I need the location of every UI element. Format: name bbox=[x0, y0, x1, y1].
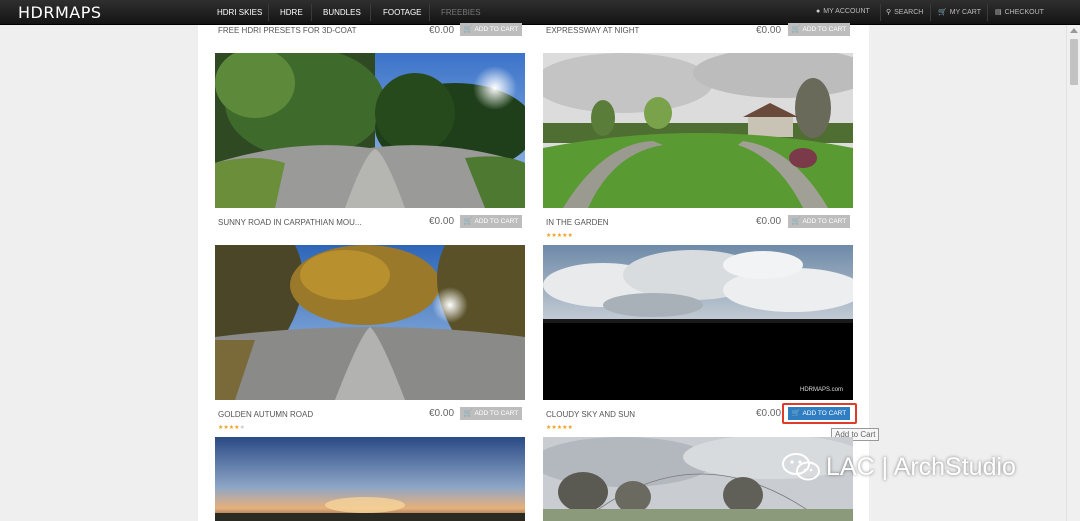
nav-hdri-skies[interactable]: HDRI SKIES bbox=[217, 8, 262, 17]
nav-freebies[interactable]: FREEBIES bbox=[441, 8, 481, 17]
nav-footage[interactable]: FOOTAGE bbox=[383, 8, 422, 17]
nav-divider bbox=[268, 4, 269, 21]
product-title[interactable]: CLOUDY SKY AND SUN bbox=[546, 410, 635, 419]
cart-icon: 🛒 bbox=[791, 218, 801, 225]
product-thumbnail-cloudy-sky-and-sun[interactable]: HDRMAPS.com bbox=[543, 245, 853, 400]
product-price: €0.00 bbox=[756, 25, 782, 36]
my-account-link[interactable]: ● MY ACCOUNT bbox=[816, 8, 870, 15]
nav-divider bbox=[987, 4, 988, 21]
cart-icon: 🛒 bbox=[463, 410, 473, 417]
product-price: €0.00 bbox=[429, 408, 455, 419]
panorama-cloudy-sky-image: HDRMAPS.com bbox=[543, 245, 853, 400]
add-to-cart-button[interactable]: 🛒 ADD TO CART bbox=[460, 407, 522, 420]
page-scrollbar[interactable] bbox=[1066, 25, 1080, 521]
cart-icon: 🛒 bbox=[463, 218, 473, 225]
product-title[interactable]: SUNNY ROAD IN CARPATHIAN MOU... bbox=[218, 218, 362, 227]
panorama-garden-image bbox=[543, 53, 853, 208]
nav-hdre[interactable]: HDRE bbox=[280, 8, 303, 17]
cart-icon: 🛒 bbox=[463, 26, 473, 33]
add-to-cart-button[interactable]: 🛒 ADD TO CART bbox=[460, 23, 522, 36]
star-rating: ★★★★★ bbox=[218, 425, 245, 431]
cart-icon: 🛒 bbox=[938, 9, 947, 16]
product-title[interactable]: IN THE GARDEN bbox=[546, 218, 609, 227]
product-thumbnail-in-the-garden[interactable] bbox=[543, 53, 853, 208]
add-to-cart-button[interactable]: 🛒 ADD TO CART bbox=[460, 215, 522, 228]
product-thumbnail-sunset[interactable] bbox=[215, 437, 525, 521]
panorama-forest-road-image bbox=[215, 53, 525, 208]
nav-divider bbox=[311, 4, 312, 21]
nav-divider bbox=[429, 4, 430, 21]
nav-bundles[interactable]: BUNDLES bbox=[323, 8, 361, 17]
search-icon: ⚲ bbox=[886, 9, 892, 16]
checkout-icon: ▤ bbox=[995, 9, 1002, 16]
star-rating: ★★★★★ bbox=[546, 233, 573, 239]
panorama-autumn-road-image bbox=[215, 245, 525, 400]
scrollbar-thumb[interactable] bbox=[1070, 39, 1078, 85]
product-price: €0.00 bbox=[756, 216, 782, 227]
product-thumbnail-sunny-road[interactable] bbox=[215, 53, 525, 208]
add-to-cart-button[interactable]: 🛒 ADD TO CART bbox=[788, 215, 850, 228]
watermark-text: LAC | ArchStudio bbox=[826, 452, 1016, 481]
highlight-annotation-box bbox=[782, 403, 857, 424]
cart-icon: 🛒 bbox=[791, 26, 801, 33]
panorama-sunset-image bbox=[215, 437, 525, 521]
thumbnail-watermark: HDRMAPS.com bbox=[800, 387, 843, 393]
wechat-logo-icon bbox=[782, 453, 820, 481]
product-title[interactable]: FREE HDRI PRESETS FOR 3D-COAT bbox=[218, 26, 357, 35]
product-thumbnail-golden-autumn-road[interactable] bbox=[215, 245, 525, 400]
checkout-link[interactable]: ▤ CHECKOUT bbox=[995, 8, 1044, 16]
site-logo[interactable]: HDRMAPS bbox=[18, 3, 102, 22]
wechat-watermark: LAC | ArchStudio bbox=[782, 452, 1016, 482]
nav-divider bbox=[370, 4, 371, 21]
product-price: €0.00 bbox=[429, 216, 455, 227]
search-link[interactable]: ⚲ SEARCH bbox=[886, 8, 923, 16]
top-navbar: HDRMAPS HDRI SKIES HDRE BUNDLES FOOTAGE … bbox=[0, 0, 1080, 25]
product-price: €0.00 bbox=[429, 25, 455, 36]
product-title[interactable]: GOLDEN AUTUMN ROAD bbox=[218, 410, 313, 419]
user-icon: ● bbox=[816, 8, 821, 15]
nav-divider bbox=[930, 4, 931, 21]
product-title[interactable]: EXPRESSWAY AT NIGHT bbox=[546, 26, 639, 35]
nav-divider bbox=[880, 4, 881, 21]
product-price: €0.00 bbox=[756, 408, 782, 419]
my-cart-link[interactable]: 🛒 MY CART bbox=[938, 8, 981, 16]
add-to-cart-button[interactable]: 🛒 ADD TO CART bbox=[788, 23, 850, 36]
scroll-up-arrow-icon[interactable] bbox=[1070, 28, 1078, 33]
star-rating: ★★★★★ bbox=[546, 425, 573, 431]
